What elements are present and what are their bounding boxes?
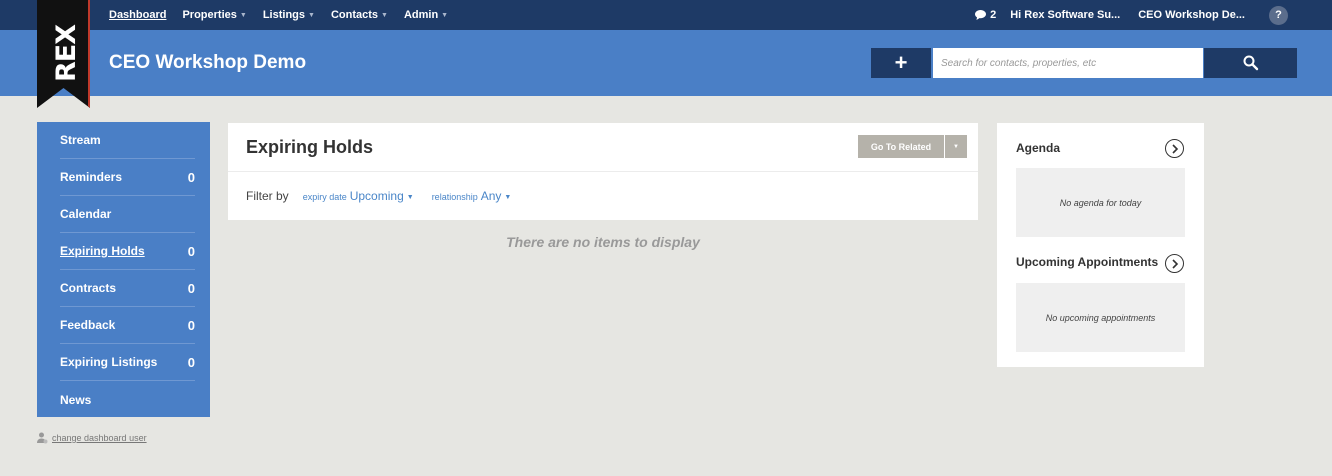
chevron-right-icon (1171, 258, 1178, 269)
nav-contacts[interactable]: Contacts ▼ (331, 9, 388, 21)
agenda-empty-box: No agenda for today (1016, 168, 1185, 237)
upcoming-empty-box: No upcoming appointments (1016, 283, 1185, 352)
search-button[interactable] (1204, 48, 1297, 78)
messages-count: 2 (990, 9, 997, 21)
go-to-related-group: Go To Related ▼ (858, 135, 967, 158)
caret-down-icon: ▼ (504, 194, 512, 201)
sidebar-item-expiring-holds[interactable]: Expiring Holds 0 (60, 233, 195, 270)
search-icon (1243, 55, 1258, 71)
filter-relationship[interactable]: relationship Any ▼ (432, 189, 512, 203)
dashboard-sidebar: Stream Reminders 0 Calendar Expiring Hold… (37, 122, 210, 417)
nav-listings[interactable]: Listings ▼ (263, 9, 315, 21)
search-input[interactable] (933, 48, 1203, 78)
divider (228, 171, 978, 172)
chat-bubble-icon (975, 10, 987, 20)
add-button[interactable]: + (871, 48, 931, 78)
filter-by-label: Filter by (246, 189, 289, 203)
go-to-related-button[interactable]: Go To Related (858, 135, 944, 158)
chevron-right-icon (1171, 143, 1178, 154)
caret-down-icon: ▼ (381, 12, 388, 19)
top-right-menu: 2 Hi Rex Software Su... CEO Workshop De.… (974, 0, 1332, 30)
main-nav: Dashboard Properties ▼ Listings ▼ Contacts… (109, 0, 464, 30)
caret-down-icon: ▼ (441, 12, 449, 19)
filter-expiry-date[interactable]: expiry date Upcoming ▼ (303, 189, 414, 203)
user-icon (37, 432, 48, 444)
nav-properties[interactable]: Properties ▼ (182, 9, 246, 21)
upcoming-appointments-title: Upcoming Appointments (1016, 255, 1159, 269)
expiring-listings-count: 0 (187, 354, 195, 370)
agenda-panel: Agenda No agenda for today Upcoming Appo… (997, 123, 1204, 367)
contracts-count: 0 (187, 280, 195, 296)
panel-title: Expiring Holds (246, 137, 374, 157)
caret-down-icon: ▼ (239, 12, 247, 19)
agenda-title: Agenda (1016, 141, 1061, 155)
caret-down-icon: ▼ (406, 194, 414, 201)
user-menu[interactable]: Hi Rex Software Su... (1010, 9, 1120, 21)
feedback-count: 0 (187, 317, 195, 333)
change-dashboard-user-link[interactable]: change dashboard user (37, 432, 147, 444)
sidebar-item-expiring-listings[interactable]: Expiring Listings 0 (60, 344, 195, 381)
empty-state-message: There are no items to display (506, 234, 700, 250)
logo-text: REX (51, 24, 82, 82)
reminders-count: 0 (187, 169, 195, 185)
expiring-holds-count: 0 (187, 243, 195, 259)
help-button[interactable]: ? (1269, 5, 1288, 25)
upcoming-next-button[interactable] (1165, 254, 1184, 273)
filter-row: Filter by expiry date Upcoming ▼ relations… (246, 189, 529, 203)
messages-button[interactable]: 2 (974, 9, 996, 21)
caret-down-icon: ▼ (308, 12, 315, 19)
expiring-holds-panel: Expiring Holds Go To Related ▼ Filter by… (228, 123, 978, 220)
go-to-related-dropdown[interactable]: ▼ (945, 135, 967, 158)
nav-admin[interactable]: Admin ▼ (404, 9, 448, 21)
page-title: CEO Workshop Demo (109, 52, 307, 73)
sidebar-item-calendar[interactable]: Calendar (60, 196, 195, 233)
top-nav-bar: Dashboard Properties ▼ Listings ▼ Contacts… (0, 0, 1332, 30)
sidebar-item-news[interactable]: News (60, 381, 195, 418)
sidebar-item-contracts[interactable]: Contracts 0 (60, 270, 195, 307)
caret-down-icon: ▼ (953, 143, 959, 150)
rex-logo: REX (37, 0, 90, 108)
account-menu[interactable]: CEO Workshop De... (1138, 9, 1245, 21)
sidebar-item-reminders[interactable]: Reminders 0 (60, 159, 195, 196)
agenda-next-button[interactable] (1165, 139, 1184, 158)
sidebar-item-feedback[interactable]: Feedback 0 (60, 307, 195, 344)
nav-dashboard[interactable]: Dashboard (109, 9, 166, 21)
sidebar-item-stream[interactable]: Stream (60, 122, 195, 159)
